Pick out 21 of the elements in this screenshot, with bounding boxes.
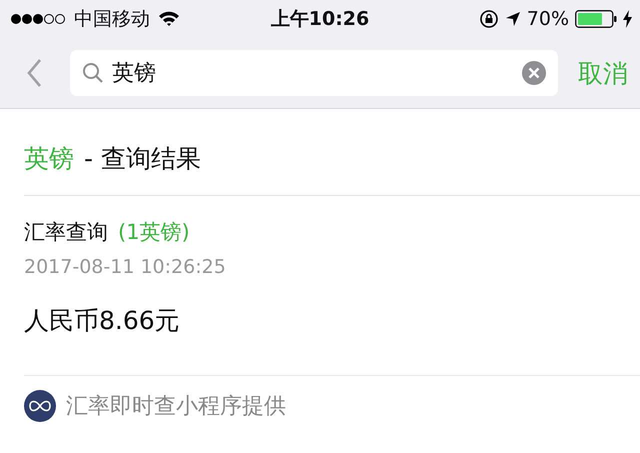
location-arrow-icon xyxy=(504,11,521,27)
carrier-name: 中国移动 xyxy=(74,7,150,32)
battery-percent: 70% xyxy=(526,8,569,30)
search-field[interactable]: 英镑 xyxy=(70,50,558,96)
back-icon[interactable] xyxy=(26,58,42,88)
signal-icon xyxy=(10,13,66,25)
provider-text: 汇率即时查小程序提供 xyxy=(66,393,286,421)
result-title: 汇率查询 xyxy=(24,219,108,246)
result-timestamp: 2017-08-11 10:26:25 xyxy=(24,256,227,278)
rotation-lock-icon xyxy=(478,9,499,29)
search-icon xyxy=(82,62,104,84)
results-heading: - 查询结果 xyxy=(84,142,201,174)
wifi-icon xyxy=(158,11,180,27)
clear-icon[interactable] xyxy=(522,61,546,85)
search-keyword: 英镑 xyxy=(24,142,74,174)
charging-bolt-icon xyxy=(623,10,632,28)
battery-icon xyxy=(575,10,617,28)
result-unit: (1英镑) xyxy=(118,219,190,246)
mini-program-logo-icon xyxy=(24,390,56,422)
clock-time: 上午10:26 xyxy=(270,7,370,32)
result-value: 人民币8.66元 xyxy=(24,305,181,337)
